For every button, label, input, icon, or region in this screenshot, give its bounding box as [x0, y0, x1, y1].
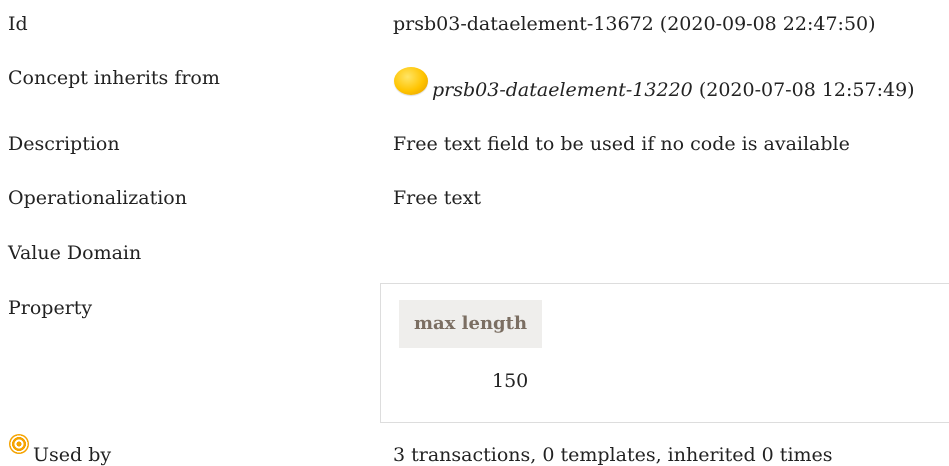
inherits-link[interactable]: prsb03-dataelement-13220: [432, 79, 693, 101]
max-length-value: 150: [492, 370, 529, 392]
id-label: Id: [8, 13, 28, 35]
max-length-header: max length: [399, 300, 542, 348]
property-table: max length 150: [380, 283, 949, 423]
property-label: Property: [8, 297, 93, 319]
target-icon: [9, 434, 29, 454]
used-by-label: Used by: [33, 444, 112, 466]
description-label: Description: [8, 133, 120, 155]
id-value: prsb03-dataelement-13672 (2020-09-08 22:…: [393, 13, 876, 35]
description-value: Free text field to be used if no code is…: [393, 133, 850, 155]
yellow-orb-icon: [394, 67, 428, 95]
inherits-value: prsb03-dataelement-13220 (2020-07-08 12:…: [432, 79, 915, 101]
inherits-date: (2020-07-08 12:57:49): [692, 79, 915, 101]
operationalization-value: Free text: [393, 187, 482, 209]
operationalization-label: Operationalization: [8, 187, 187, 209]
inherits-label: Concept inherits from: [8, 67, 220, 89]
value-domain-label: Value Domain: [8, 242, 142, 264]
used-by-value: 3 transactions, 0 templates, inherited 0…: [393, 444, 833, 466]
